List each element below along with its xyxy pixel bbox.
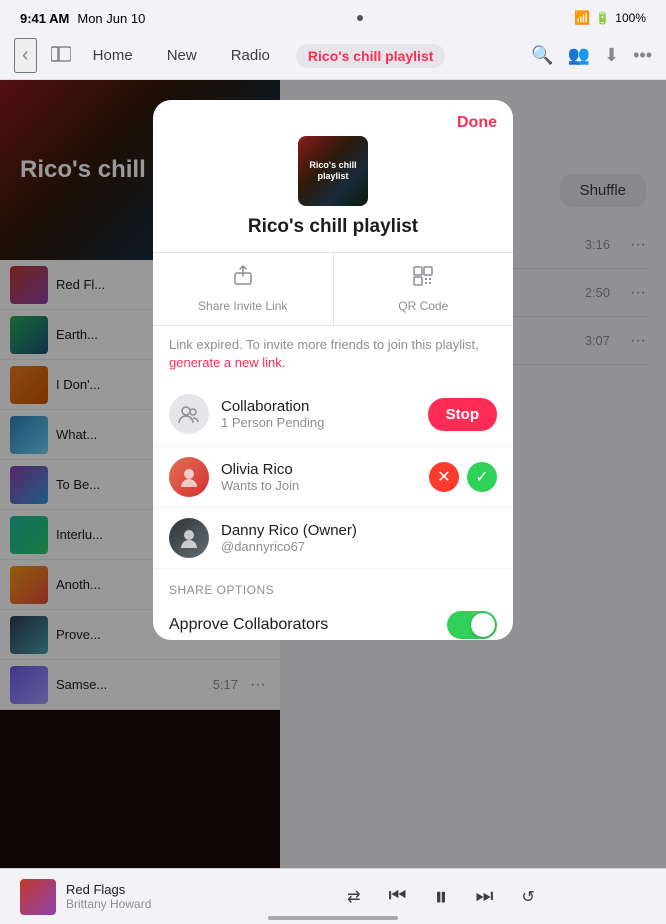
- danny-avatar: [169, 518, 209, 558]
- home-indicator: [268, 916, 398, 920]
- person-row-danny: Danny Rico (Owner) @dannyrico67: [153, 508, 513, 569]
- tab-home[interactable]: Home: [85, 43, 141, 68]
- previous-button[interactable]: ⏮: [384, 881, 410, 912]
- olivia-avatar: [169, 457, 209, 497]
- share-invite-link-button[interactable]: Share Invite Link: [153, 253, 334, 325]
- qr-code-icon: [412, 265, 434, 293]
- stop-collaboration-button[interactable]: Stop: [428, 398, 497, 431]
- share-options-section: SHARE OPTIONS Approve Collaborators When…: [153, 569, 513, 640]
- person-row-olivia: Olivia Rico Wants to Join ✕ ✓: [153, 447, 513, 508]
- generate-link-button[interactable]: generate a new link.: [169, 355, 285, 370]
- link-expired-notice: Link expired. To invite more friends to …: [153, 326, 513, 382]
- now-playing-title: Red Flags: [66, 882, 151, 897]
- danny-handle: @dannyrico67: [221, 539, 497, 554]
- collaboration-icon: [169, 394, 209, 434]
- repeat-button[interactable]: ↺: [518, 883, 539, 911]
- status-date: Mon Jun 10: [77, 11, 145, 26]
- olivia-status: Wants to Join: [221, 478, 429, 493]
- wifi-icon: 📶: [574, 10, 590, 26]
- reject-olivia-button[interactable]: ✕: [429, 462, 459, 492]
- link-expired-text: Link expired. To invite more friends to …: [169, 337, 479, 352]
- olivia-actions: ✕ ✓: [429, 462, 497, 492]
- olivia-name: Olivia Rico: [221, 461, 429, 478]
- nav-bar: ‹ Home New Radio Rico's chill playlist 🔍…: [0, 32, 666, 80]
- collaboration-title: Collaboration: [221, 398, 428, 415]
- tab-radio[interactable]: Radio: [223, 43, 278, 68]
- qr-code-label: QR Code: [398, 299, 448, 313]
- share-invite-label: Share Invite Link: [198, 299, 287, 313]
- approve-collaborators-toggle[interactable]: [447, 611, 497, 639]
- pause-button[interactable]: ⏸: [430, 877, 451, 917]
- modal-header: Done: [153, 100, 513, 132]
- now-playing-artist: Brittany Howard: [66, 897, 151, 911]
- status-right: 📶 🔋 100%: [574, 10, 646, 26]
- sidebar-toggle-button[interactable]: [47, 42, 75, 69]
- modal-overlay: Done Rico's chillplaylist Rico's chill p…: [0, 80, 666, 868]
- main-content: Rico's chill playlist Red Fl... 4:27 ···…: [0, 80, 666, 868]
- collaboration-info: Collaboration 1 Person Pending: [221, 398, 428, 430]
- shuffle-control-button[interactable]: ⇄: [343, 883, 364, 911]
- done-button[interactable]: Done: [457, 114, 497, 132]
- approve-collaborators-row: Approve Collaborators: [169, 607, 497, 640]
- now-playing-track: Red Flags Brittany Howard: [20, 879, 220, 915]
- collaboration-modal: Done Rico's chillplaylist Rico's chill p…: [153, 100, 513, 640]
- collaborators-button[interactable]: 👥: [568, 45, 590, 66]
- danny-info: Danny Rico (Owner) @dannyrico67: [221, 522, 497, 554]
- collaboration-row: Collaboration 1 Person Pending Stop: [153, 382, 513, 447]
- approve-collaborators-label: Approve Collaborators: [169, 616, 447, 634]
- modal-playlist-thumbnail: Rico's chillplaylist: [298, 136, 368, 206]
- modal-playlist-title: Rico's chill playlist: [153, 206, 513, 252]
- danny-name: Danny Rico (Owner): [221, 522, 497, 539]
- nav-tabs: Home New Radio Rico's chill playlist: [85, 43, 521, 68]
- more-button[interactable]: •••: [633, 45, 652, 66]
- olivia-info: Olivia Rico Wants to Join: [221, 461, 429, 493]
- now-playing-controls: ⇄ ⏮ ⏸ ⏭ ↺: [236, 877, 646, 917]
- nav-right: 🔍 👥 ⬇ •••: [531, 45, 652, 66]
- download-button[interactable]: ⬇: [604, 45, 619, 66]
- qr-code-button[interactable]: QR Code: [334, 253, 514, 325]
- status-bar: 9:41 AM Mon Jun 10 📶 🔋 100%: [0, 0, 666, 32]
- modal-thumb-label: Rico's chillplaylist: [309, 160, 356, 182]
- tab-playlist[interactable]: Rico's chill playlist: [296, 44, 445, 68]
- share-options-label: SHARE OPTIONS: [169, 583, 497, 597]
- approve-olivia-button[interactable]: ✓: [467, 462, 497, 492]
- back-button[interactable]: ‹: [14, 38, 37, 73]
- battery-icon: 🔋: [595, 11, 610, 25]
- now-playing-info: Red Flags Brittany Howard: [66, 882, 151, 911]
- now-playing-thumbnail: [20, 879, 56, 915]
- tab-new[interactable]: New: [159, 43, 205, 68]
- share-icon: [232, 265, 254, 293]
- status-time: 9:41 AM: [20, 11, 69, 26]
- modal-share-buttons: Share Invite Link Q: [153, 252, 513, 326]
- battery-pct: 100%: [615, 11, 646, 25]
- collaboration-subtitle: 1 Person Pending: [221, 415, 428, 430]
- next-button[interactable]: ⏭: [472, 881, 498, 912]
- search-button[interactable]: 🔍: [531, 45, 553, 66]
- toggle-knob: [471, 613, 495, 637]
